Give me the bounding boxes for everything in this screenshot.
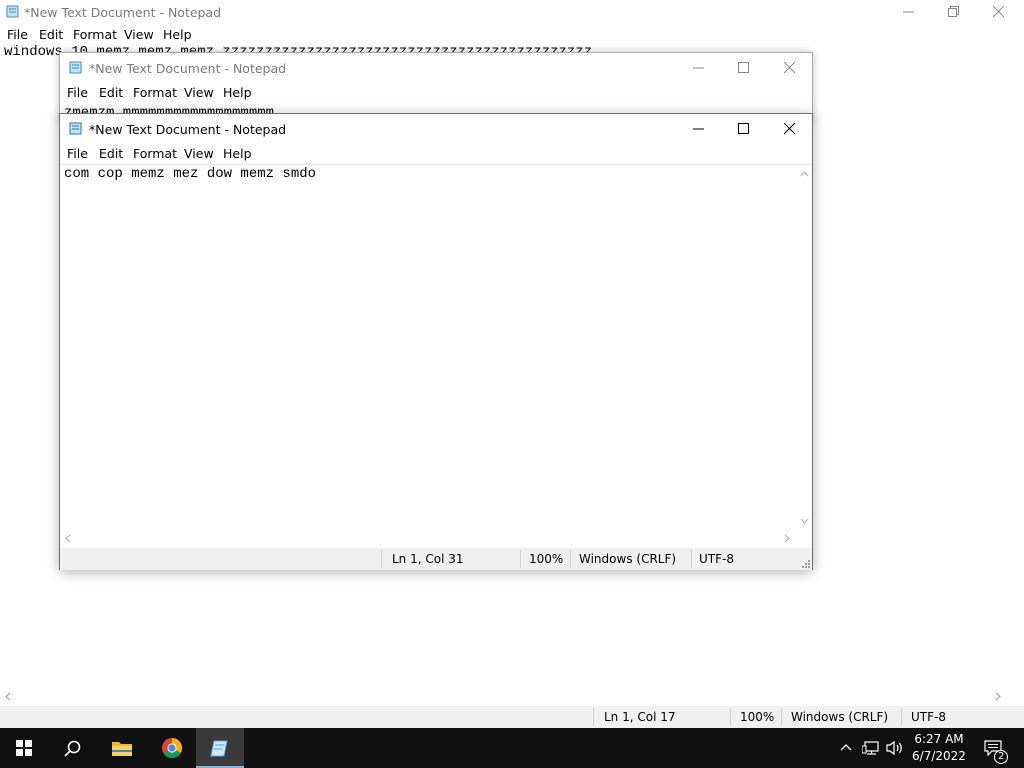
start-button[interactable] — [0, 728, 48, 768]
clock-time[interactable]: 6:27 AM — [912, 732, 966, 746]
menu-divider — [60, 164, 812, 165]
status-divider — [691, 550, 692, 568]
maximize-button[interactable] — [721, 56, 767, 80]
taskbar: 6:27 AM 6/7/2022 2 — [0, 728, 1024, 768]
close-button[interactable] — [976, 0, 1022, 24]
file-explorer-button[interactable] — [98, 728, 146, 768]
notepad-window-middle[interactable]: *New Text Document - Notepad File Edit F… — [59, 52, 813, 122]
minimize-icon — [693, 128, 704, 130]
scroll-up-icon — [800, 171, 809, 177]
status-divider — [520, 550, 521, 568]
restore-button[interactable] — [931, 0, 977, 24]
menu-help[interactable]: Help — [163, 27, 192, 42]
status-bar: Ln 1, Col 17 100% Windows (CRLF) UTF-8 — [0, 706, 1024, 728]
title-bar[interactable]: *New Text Document - Notepad — [0, 0, 1024, 24]
status-cursor-position: Ln 1, Col 31 — [392, 552, 464, 566]
file-explorer-icon — [112, 742, 132, 756]
notification-count: 2 — [998, 751, 1005, 762]
search-icon — [64, 740, 81, 757]
scroll-left-icon — [65, 534, 71, 543]
maximize-icon — [738, 123, 749, 134]
status-zoom: 100% — [740, 710, 775, 724]
vertical-scrollbar[interactable] — [1007, 45, 1024, 688]
network-icon[interactable] — [862, 740, 880, 756]
menu-edit[interactable]: Edit — [99, 85, 123, 100]
menu-bar: File Edit Format View Help — [0, 25, 1024, 45]
title-bar[interactable]: *New Text Document - Notepad — [60, 56, 812, 80]
minimize-button[interactable] — [676, 56, 722, 80]
close-button[interactable] — [767, 117, 813, 141]
scroll-right-icon — [784, 534, 790, 543]
menu-view[interactable]: View — [184, 146, 214, 161]
close-icon — [784, 62, 796, 74]
scroll-right-icon — [995, 692, 1001, 701]
search-button[interactable] — [48, 728, 96, 768]
minimize-button[interactable] — [676, 117, 722, 141]
menu-file[interactable]: File — [67, 146, 88, 161]
menu-file[interactable]: File — [7, 27, 28, 42]
menu-view[interactable]: View — [124, 27, 154, 42]
status-divider — [570, 550, 571, 568]
horizontal-scrollbar[interactable] — [0, 688, 1007, 705]
menu-bar: File Edit Format View Help — [60, 144, 812, 164]
start-icon — [16, 740, 32, 756]
window-title: *New Text Document - Notepad — [24, 5, 222, 20]
status-encoding: UTF-8 — [911, 710, 946, 724]
clock-date[interactable]: 6/7/2022 — [908, 749, 970, 763]
maximize-button[interactable] — [721, 117, 767, 141]
close-icon — [993, 6, 1005, 18]
status-divider — [730, 708, 731, 726]
chrome-icon — [162, 738, 182, 758]
status-cursor-position: Ln 1, Col 17 — [604, 710, 676, 724]
notepad-icon — [69, 122, 82, 135]
notepad-icon — [210, 740, 228, 757]
minimize-icon — [693, 67, 704, 69]
status-divider — [781, 708, 782, 726]
menu-format[interactable]: Format — [133, 146, 177, 161]
minimize-icon — [903, 11, 914, 13]
status-encoding: UTF-8 — [699, 552, 734, 566]
menu-file[interactable]: File — [67, 85, 88, 100]
title-bar[interactable]: *New Text Document - Notepad — [60, 117, 812, 141]
resize-grip-icon[interactable] — [801, 559, 811, 569]
volume-icon[interactable] — [886, 740, 904, 756]
vertical-scrollbar[interactable] — [796, 165, 813, 531]
menu-help[interactable]: Help — [223, 85, 252, 100]
status-divider — [593, 708, 594, 726]
chevron-up-icon[interactable] — [840, 743, 852, 751]
menu-format[interactable]: Format — [133, 85, 177, 100]
notepad-window-front[interactable]: *New Text Document - Notepad File Edit F… — [59, 113, 813, 570]
close-button[interactable] — [767, 56, 812, 80]
notepad-taskbar-button[interactable] — [196, 728, 244, 768]
notification-button[interactable]: 2 — [978, 728, 1024, 768]
maximize-icon — [738, 62, 749, 73]
menu-help[interactable]: Help — [223, 146, 252, 161]
text-area[interactable]: com cop memz mez dow memz smdo — [64, 166, 316, 182]
status-line-ending: Windows (CRLF) — [579, 552, 677, 566]
menu-view[interactable]: View — [184, 85, 214, 100]
scroll-down-icon — [800, 518, 809, 524]
restore-icon — [948, 6, 959, 17]
horizontal-scrollbar[interactable] — [60, 530, 796, 547]
window-title: *New Text Document - Notepad — [89, 61, 287, 76]
status-line-ending: Windows (CRLF) — [791, 710, 889, 724]
chrome-button[interactable] — [148, 728, 196, 768]
status-divider — [901, 708, 902, 726]
notepad-icon — [6, 5, 19, 18]
menu-bar: File Edit Format View Help — [60, 83, 812, 103]
status-divider — [381, 550, 382, 568]
status-zoom: 100% — [529, 552, 564, 566]
status-bar: Ln 1, Col 31 100% Windows (CRLF) UTF-8 — [60, 548, 812, 570]
scroll-left-icon — [5, 692, 11, 701]
menu-edit[interactable]: Edit — [99, 146, 123, 161]
menu-format[interactable]: Format — [73, 27, 117, 42]
menu-edit[interactable]: Edit — [39, 27, 63, 42]
notepad-icon — [69, 61, 82, 74]
minimize-button[interactable] — [886, 0, 932, 24]
close-icon — [784, 123, 796, 135]
window-title: *New Text Document - Notepad — [89, 122, 287, 137]
